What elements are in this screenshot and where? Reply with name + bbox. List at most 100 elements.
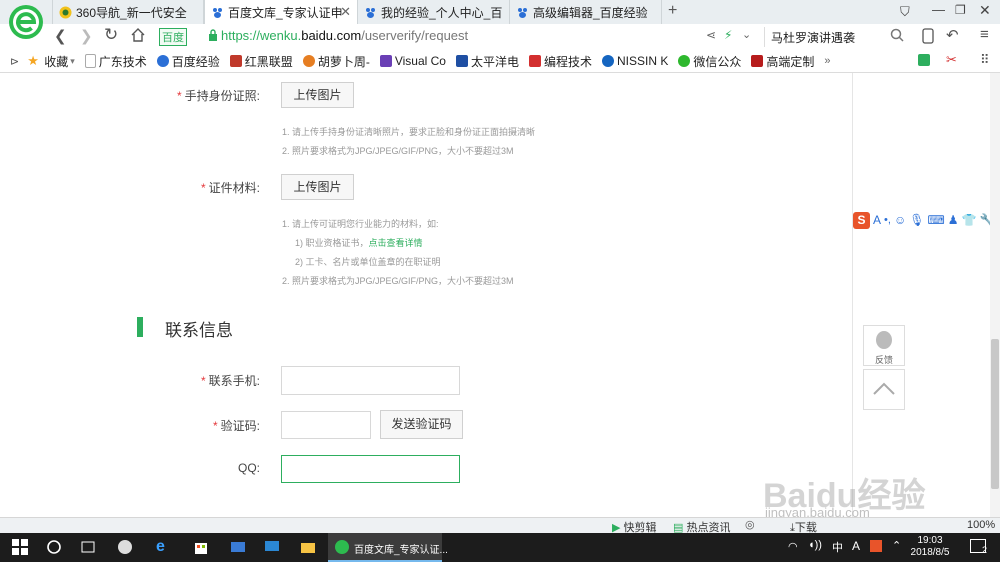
font-icon[interactable]: A — [873, 213, 881, 227]
bookmark-label: 收藏 — [44, 54, 69, 69]
back-icon[interactable]: ❮ — [54, 27, 67, 45]
edge-icon[interactable]: e — [156, 539, 172, 555]
baidu-paw-icon — [516, 6, 529, 19]
search-input[interactable]: 马杜罗演讲遇袭 — [764, 27, 905, 47]
url-path: /userverify/request — [361, 28, 469, 43]
tab-wenku[interactable]: 百度文库_专家认证申 ✕ — [204, 0, 358, 25]
user-icon[interactable]: ♟ — [948, 213, 959, 227]
bookmark-item[interactable]: 百度经验 — [156, 53, 220, 70]
feedback-label: 反馈 — [874, 355, 893, 365]
new-tab-button[interactable]: + — [668, 2, 677, 20]
ime-icon[interactable]: 中 — [832, 539, 843, 555]
mic-icon[interactable]: 🎙 — [909, 213, 924, 227]
share-icon[interactable]: ⋖ — [706, 28, 716, 42]
close-window-icon[interactable]: ✕ — [979, 2, 991, 19]
sogou-tray-icon[interactable] — [870, 540, 882, 552]
section-marker — [137, 317, 143, 337]
skin-icon[interactable]: 👕 — [962, 213, 977, 227]
shirt-icon[interactable]: ⛉ — [900, 4, 910, 20]
forward-icon[interactable]: ❯ — [80, 27, 93, 45]
id-hint-2: 2. 照片要求格式为JPG/JPEG/GIF/PNG，大小不要超过3M — [282, 146, 514, 156]
minimize-icon[interactable]: — — [932, 2, 945, 17]
cert-hint-3: 2) 工卡、名片或单位盖章的在职证明 — [295, 257, 441, 267]
tab-360-nav[interactable]: 360导航_新一代安全 — [52, 0, 204, 24]
send-code-button[interactable]: 发送验证码 — [380, 410, 463, 439]
lightning-icon[interactable]: ⚡ — [724, 28, 732, 42]
keyboard-icon[interactable]: ⌨ — [927, 213, 944, 227]
bookmark-item[interactable]: 高端定制 — [751, 53, 814, 70]
bookmark-item[interactable]: Visual Co — [379, 54, 446, 68]
bookmark-item[interactable]: 编程技术 — [528, 53, 592, 70]
scrollbar-thumb[interactable] — [991, 339, 999, 489]
bookmark-item[interactable]: 太平洋电 — [455, 53, 519, 70]
punct-icon[interactable]: •, — [884, 214, 891, 226]
wifi-icon[interactable]: ◠ — [788, 540, 798, 553]
menu-icon[interactable]: ≡ — [980, 26, 989, 43]
id-hint-1: 1. 请上传手持身份证清晰照片，要求正脸和身份证正面拍摄清晰 — [282, 127, 536, 137]
bookmark-item[interactable]: 广东技术 — [84, 53, 147, 70]
undo-icon[interactable]: ↶ — [946, 26, 959, 44]
ime-lang[interactable]: A — [852, 539, 860, 553]
upload-id-photo-button[interactable]: 上传图片 — [281, 82, 354, 108]
section-title: 联系信息 — [165, 321, 233, 340]
upload-cert-button[interactable]: 上传图片 — [281, 174, 354, 200]
volume-icon[interactable]: ◖)) — [808, 539, 822, 551]
refresh-icon[interactable]: ↻ — [104, 25, 118, 45]
page-content: * 手持身份证照: 上传图片 1. 请上传手持身份证清晰照片，要求正脸和身份证正面… — [0, 73, 852, 517]
chevron-down-icon[interactable]: ⌄ — [742, 28, 751, 41]
home-icon[interactable] — [130, 27, 146, 46]
lock-icon — [208, 29, 218, 45]
cert-hint-2: 1) 职业资格证书，点击查看详情 — [295, 238, 423, 248]
bookmark-label: 百度经验 — [171, 54, 220, 69]
tab-editor[interactable]: 高级编辑器_百度经验 — [510, 0, 662, 24]
scissors-icon[interactable]: ✂ — [946, 52, 957, 68]
compass-icon[interactable]: ◎ — [745, 518, 755, 531]
feedback-button[interactable]: 反馈 — [863, 325, 905, 366]
extension-icon[interactable] — [918, 54, 930, 66]
sogou-icon[interactable]: S — [853, 211, 870, 229]
close-icon[interactable]: ✕ — [340, 4, 351, 20]
tab-my-experience[interactable]: 我的经验_个人中心_百 — [358, 0, 510, 24]
chevron-down-icon: ▾ — [70, 55, 75, 66]
more-bookmarks-icon[interactable]: » — [824, 55, 830, 67]
remote-desktop-icon[interactable] — [264, 539, 280, 555]
store-icon[interactable] — [193, 539, 209, 555]
clock-date: 2018/8/5 — [910, 547, 950, 558]
cortana-icon[interactable] — [46, 539, 62, 555]
clock[interactable]: 19:03 2018/8/5 — [908, 535, 952, 559]
bookmark-label: 胡萝卜周- — [317, 54, 370, 69]
search-icon[interactable] — [890, 28, 904, 45]
qq-input[interactable] — [281, 455, 460, 483]
bookmark-item[interactable]: 胡萝卜周- — [302, 53, 370, 70]
address-field[interactable]: 百度 https://wenku.baidu.com/userverify/re… — [156, 26, 762, 47]
notification-count: 2 — [982, 545, 988, 555]
app-icon[interactable] — [117, 539, 133, 555]
emoji-icon[interactable]: ☺ — [894, 213, 906, 227]
shield-icon — [229, 55, 242, 67]
bookmark-item[interactable]: NISSIN K — [601, 54, 668, 68]
zoom-label[interactable]: 100% — [967, 519, 995, 531]
grid-icon[interactable]: ⠿ — [980, 52, 990, 68]
tab-label: 360导航_新一代安全 — [76, 5, 187, 20]
phone-icon[interactable] — [922, 28, 934, 47]
back-to-top-button[interactable] — [863, 369, 905, 410]
bookmark-label: 红黑联盟 — [244, 54, 293, 69]
verification-code-input[interactable] — [281, 411, 371, 439]
view-details-link[interactable]: 点击查看详情 — [369, 238, 423, 248]
bookmark-favorites[interactable]: ★ 收藏 ▾ — [27, 53, 75, 70]
taskbar-active-window[interactable]: 百度文库_专家认证... — [328, 533, 448, 562]
sidebar-toggle-icon[interactable]: ⊳ — [10, 55, 19, 68]
bookmark-item[interactable]: 微信公众 — [678, 53, 741, 70]
file-explorer-icon[interactable] — [300, 539, 316, 555]
nav-bar: ❮ ❯ ↻ 百度 https://wenku.baidu.com/userver… — [0, 24, 1000, 51]
restore-icon[interactable]: ❐ — [955, 3, 966, 17]
browser-logo[interactable] — [8, 4, 44, 40]
windows-start-icon[interactable] — [12, 539, 28, 555]
notification-tray-icon[interactable]: ⌃ — [892, 539, 901, 552]
powershell-icon[interactable] — [230, 539, 246, 555]
task-view-icon[interactable] — [80, 539, 96, 555]
url-domain: baidu.com — [301, 28, 362, 43]
nissin-icon — [601, 55, 614, 67]
phone-input[interactable] — [281, 366, 460, 395]
bookmark-item[interactable]: 红黑联盟 — [229, 53, 293, 70]
